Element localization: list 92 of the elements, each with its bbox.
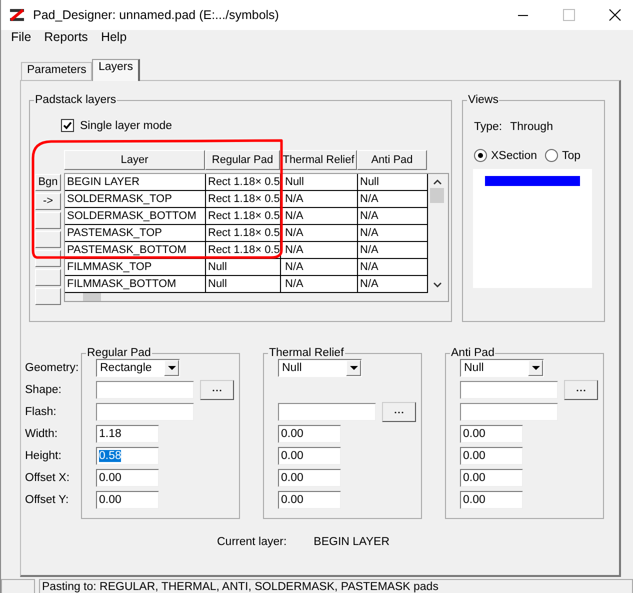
column-header[interactable]: Anti Pad: [357, 150, 427, 170]
group-title: Regular Pad: [86, 347, 152, 359]
scroll-thumb[interactable]: [430, 188, 444, 203]
table-cell: Rect 1.18× 0.5: [206, 225, 281, 241]
field-label: Shape:: [25, 383, 62, 398]
field-label: Flash:: [25, 405, 58, 420]
row-button[interactable]: [35, 288, 61, 305]
number-field[interactable]: 0.00: [460, 491, 523, 509]
dropdown[interactable]: Null: [460, 359, 544, 377]
table-cell: FILMMASK_BOTTOM: [65, 276, 206, 292]
number-field[interactable]: 0.58: [96, 447, 159, 465]
table-cell: Null: [281, 174, 358, 190]
radio-button[interactable]: [474, 149, 487, 162]
scroll-up-icon[interactable]: [432, 179, 442, 185]
radio-button[interactable]: [545, 149, 558, 162]
group-title: Views: [467, 94, 500, 106]
text-field[interactable]: [460, 403, 558, 421]
table-cell: SOLDERMASK_TOP: [65, 191, 206, 207]
window-title: Pad_Designer: unnamed.pad (E:.../symbols): [33, 8, 279, 22]
radio-label: XSection: [491, 150, 538, 162]
number-field[interactable]: 1.18: [96, 425, 159, 443]
table-cell: FILMMASK_TOP: [65, 259, 206, 275]
row-button[interactable]: [35, 231, 61, 248]
ellipsis-icon[interactable]: [576, 388, 586, 392]
table-cell: N/A: [281, 225, 358, 241]
dropdown[interactable]: Null: [278, 359, 362, 377]
browse-button[interactable]: [564, 380, 598, 400]
ellipsis-icon[interactable]: [394, 410, 404, 414]
table-cell: PASTEMASK_BOTTOM: [65, 242, 206, 258]
number-field[interactable]: 0.00: [460, 447, 523, 465]
table-cell: Null: [206, 276, 281, 292]
text-field[interactable]: [96, 403, 194, 421]
text-field[interactable]: [278, 403, 376, 421]
table-cell: N/A: [281, 276, 358, 292]
number-field[interactable]: 0.00: [460, 425, 523, 443]
ellipsis-icon[interactable]: [212, 388, 222, 392]
table-cell: Rect 1.18× 0.5: [206, 191, 281, 207]
group-title: Thermal Relief: [268, 347, 345, 359]
number-field[interactable]: 0.00: [278, 491, 341, 509]
column-header[interactable]: Thermal Relief: [280, 150, 357, 170]
table-cell: Rect 1.18× 0.5: [206, 174, 281, 190]
column-header[interactable]: Layer: [64, 150, 205, 170]
menu-item[interactable]: Reports: [44, 30, 88, 46]
status-pane: [1, 579, 35, 593]
table-cell: N/A: [281, 191, 358, 207]
type-label: Type:: [474, 121, 502, 133]
menu-item[interactable]: File: [11, 30, 32, 46]
app-icon: [9, 7, 25, 23]
current-layer-label: Current layer:: [217, 536, 287, 548]
table-cell: SOLDERMASK_BOTTOM: [65, 208, 206, 224]
table-cell: BEGIN LAYER: [65, 174, 206, 190]
row-button[interactable]: Bgn: [35, 174, 61, 191]
table-cell: N/A: [281, 259, 358, 275]
current-layer-value: BEGIN LAYER: [314, 536, 390, 548]
group-title: Padstack layers: [34, 94, 118, 106]
field-label: Height:: [25, 449, 62, 464]
number-field[interactable]: 0.00: [278, 425, 341, 443]
scroll-down-icon[interactable]: [432, 282, 442, 288]
number-field[interactable]: 0.00: [278, 469, 341, 487]
column-header[interactable]: Regular Pad: [205, 150, 280, 170]
table-cell: Rect 1.18× 0.5: [206, 208, 281, 224]
text-field[interactable]: [96, 381, 194, 399]
tab[interactable]: Parameters: [21, 62, 92, 80]
browse-button[interactable]: [200, 380, 234, 400]
row-button[interactable]: [35, 212, 61, 229]
checkbox-label: Single layer mode: [80, 120, 172, 132]
number-field[interactable]: 0.00: [460, 469, 523, 487]
text-field[interactable]: [460, 381, 558, 399]
number-field[interactable]: 0.00: [96, 469, 159, 487]
status-text: Pasting to: REGULAR, THERMAL, ANTI, SOLDERMASK, PASTEMASK pads: [39, 579, 633, 593]
row-button[interactable]: [35, 269, 61, 286]
table-cell: Null: [206, 259, 281, 275]
dropdown[interactable]: Rectangle: [96, 359, 180, 377]
group-title: Anti Pad: [450, 347, 496, 359]
type-value: Through: [510, 121, 553, 133]
table-cell: N/A: [281, 242, 358, 258]
table-cell: N/A: [281, 208, 358, 224]
browse-button[interactable]: [382, 402, 416, 422]
number-field[interactable]: 0.00: [278, 447, 341, 465]
radio-label: Top: [562, 150, 581, 162]
checkbox[interactable]: [61, 119, 74, 132]
row-button[interactable]: ->: [35, 193, 61, 210]
field-label: Width:: [25, 427, 59, 442]
tab[interactable]: Layers: [92, 59, 140, 81]
field-label: Offset X:: [25, 471, 71, 486]
table-cell: Rect 1.18× 0.5: [206, 242, 281, 258]
menu-item[interactable]: Help: [100, 30, 127, 46]
field-label: Offset Y:: [25, 493, 70, 508]
field-label: Geometry:: [25, 361, 80, 376]
number-field[interactable]: 0.00: [96, 491, 159, 509]
table-cell: PASTEMASK_TOP: [65, 225, 206, 241]
close-icon[interactable]: [609, 9, 621, 21]
